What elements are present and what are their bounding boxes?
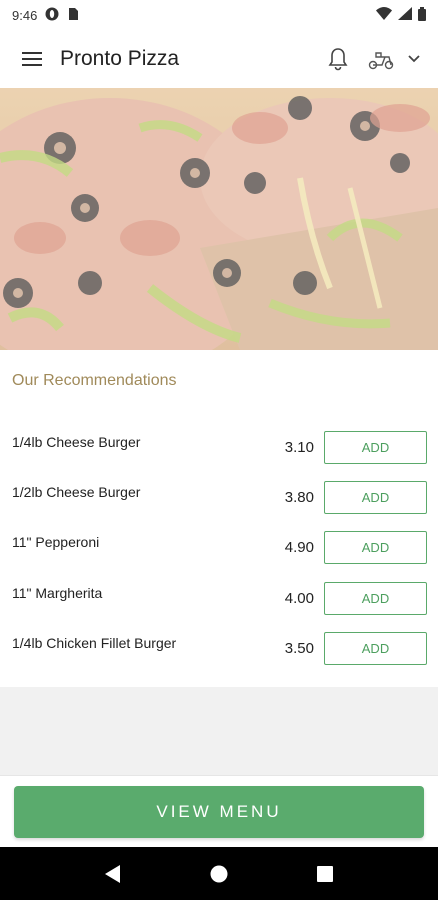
item-name: 1/4lb Chicken Fillet Burger [12,635,177,651]
delivery-scooter-icon[interactable] [366,39,396,79]
list-item: 1/4lb Cheese Burger 3.10 ADD [0,431,438,481]
item-price: 4.90 [284,539,314,556]
sim-card-icon [67,7,79,24]
status-time: 9:46 [12,7,38,23]
empty-area [0,687,438,775]
system-nav-bar [0,847,438,900]
bottom-bar: VIEW MENU [0,775,438,847]
battery-icon [418,6,426,24]
add-button[interactable]: ADD [324,632,427,665]
signal-icon [398,7,412,23]
item-price: 3.50 [284,640,314,657]
app-title: Pronto Pizza [60,47,180,70]
opera-icon [45,7,59,24]
item-name: 11" Pepperoni [12,534,100,550]
item-price: 3.80 [284,489,314,506]
status-bar: 9:46 [0,0,438,30]
bell-icon[interactable] [324,39,352,79]
hero-pizza-image [0,88,438,350]
add-button[interactable]: ADD [324,582,427,615]
home-icon[interactable] [199,854,239,894]
add-button[interactable]: ADD [324,431,427,464]
wifi-icon [376,7,392,23]
back-icon[interactable] [93,854,133,894]
recents-icon[interactable] [305,854,345,894]
chevron-down-icon[interactable] [400,39,428,79]
list-item: 1/2lb Cheese Burger 3.80 ADD [0,481,438,531]
item-name: 11" Margherita [12,585,103,601]
section-title: Our Recommendations [12,372,177,389]
add-button[interactable]: ADD [324,481,427,514]
item-name: 1/2lb Cheese Burger [12,484,141,500]
view-menu-button[interactable]: VIEW MENU [14,786,424,838]
item-price: 4.00 [284,590,314,607]
add-button[interactable]: ADD [324,531,427,564]
list-item: 11" Pepperoni 4.90 ADD [0,531,438,581]
item-price: 3.10 [284,439,314,456]
list-item: 11" Margherita 4.00 ADD [0,582,438,632]
hamburger-menu-icon[interactable] [8,35,56,83]
recommendations-section: Our Recommendations 1/4lb Cheese Burger … [0,350,438,687]
item-name: 1/4lb Cheese Burger [12,434,141,450]
app-bar: Pronto Pizza [0,30,438,88]
list-item: 1/4lb Chicken Fillet Burger 3.50 ADD [0,632,438,682]
